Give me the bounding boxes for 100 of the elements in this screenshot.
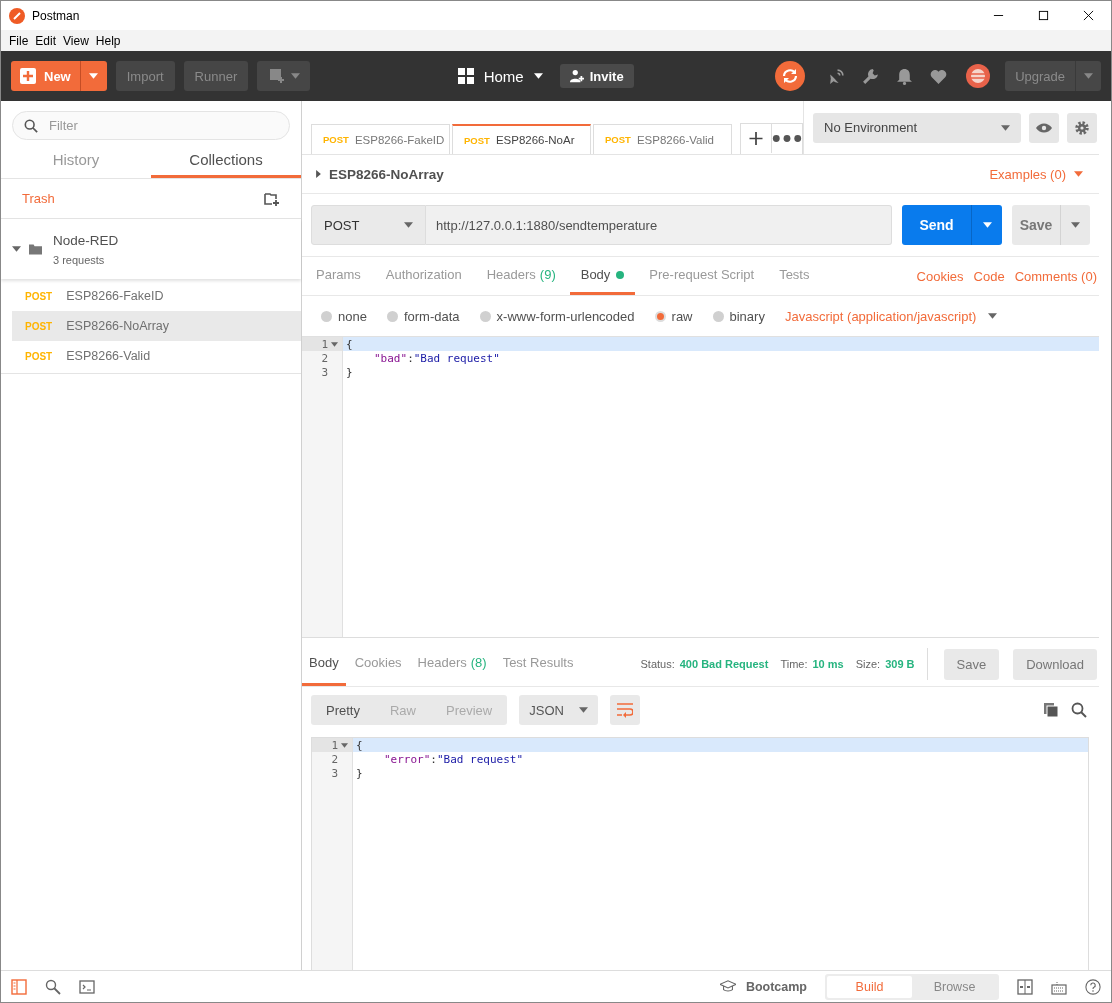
tab-label: Body bbox=[309, 655, 339, 670]
menu-item[interactable]: View bbox=[61, 33, 94, 48]
settings-button[interactable] bbox=[1067, 112, 1097, 143]
line-number: 2 bbox=[321, 351, 328, 365]
request-section-tab[interactable]: Headers (9) bbox=[475, 257, 567, 295]
response-tab[interactable]: Body bbox=[302, 642, 346, 686]
request-section-tab[interactable]: Authorization bbox=[374, 257, 473, 295]
environment-quick-look-button[interactable] bbox=[1029, 112, 1059, 143]
save-response-button[interactable]: Save bbox=[943, 648, 1000, 680]
request-item[interactable]: POST ESP8266-FakeID bbox=[12, 281, 301, 311]
request-section-tab[interactable]: Pre-request Script bbox=[638, 257, 766, 295]
folder-icon bbox=[29, 243, 42, 255]
request-name: ESP8266-FakeID bbox=[66, 289, 164, 303]
tab-label: Headers bbox=[486, 267, 536, 282]
menu-item[interactable]: Help bbox=[93, 33, 126, 48]
request-item[interactable]: POST ESP8266-Valid bbox=[12, 341, 301, 371]
request-tab[interactable]: POST ESP8266-Valid bbox=[593, 124, 732, 154]
sidebar-toggle-icon[interactable] bbox=[11, 978, 27, 995]
satellite-icon[interactable] bbox=[828, 67, 846, 85]
body-type-radio[interactable]: binary bbox=[712, 308, 765, 324]
bell-icon[interactable] bbox=[896, 67, 914, 85]
collection-name[interactable]: Node-RED bbox=[53, 232, 119, 248]
import-button[interactable]: Import bbox=[115, 61, 175, 91]
new-window-button[interactable] bbox=[257, 61, 311, 91]
upgrade-button[interactable]: Upgrade bbox=[1005, 61, 1075, 91]
filter-field[interactable]: Filter bbox=[12, 111, 290, 140]
new-dropdown-button[interactable] bbox=[79, 61, 107, 91]
tab-label: Headers bbox=[417, 655, 467, 670]
search-icon[interactable] bbox=[45, 978, 61, 995]
request-body-editor[interactable]: 1 2 3 { "bad":"Bad request" } bbox=[302, 336, 1099, 638]
request-section-tab[interactable]: Tests bbox=[768, 257, 821, 295]
trash-link[interactable]: Trash bbox=[22, 191, 55, 206]
request-tab[interactable]: POST ESP8266-FakeID bbox=[311, 124, 450, 154]
tab-label: Authorization bbox=[385, 267, 462, 282]
view-mode-button[interactable]: Pretty bbox=[311, 695, 375, 725]
request-link[interactable]: Cookies bbox=[916, 268, 964, 284]
meta-value: 309 B bbox=[885, 658, 915, 670]
sync-icon[interactable] bbox=[775, 61, 806, 91]
request-link[interactable]: Code bbox=[973, 268, 1005, 284]
menu-item[interactable]: File bbox=[7, 33, 34, 48]
tab-label: Tests bbox=[779, 267, 810, 282]
bootcamp-link[interactable]: Bootcamp bbox=[745, 979, 807, 994]
copy-icon[interactable] bbox=[1043, 702, 1059, 718]
workspace-button[interactable]: Home bbox=[451, 66, 549, 86]
send-dropdown-button[interactable] bbox=[971, 205, 1002, 245]
content-type-dropdown[interactable]: Javascript (application/javascript) bbox=[784, 308, 977, 324]
body-type-radio[interactable]: x-www-form-urlencoded bbox=[479, 308, 635, 324]
expand-caret-icon[interactable] bbox=[12, 246, 21, 252]
wrench-icon[interactable] bbox=[862, 67, 880, 85]
request-section-tab[interactable]: Body bbox=[569, 257, 636, 295]
code-line: } bbox=[355, 766, 364, 780]
examples-link[interactable]: Examples (0) bbox=[989, 166, 1066, 182]
runner-button[interactable]: Runner bbox=[183, 61, 249, 91]
two-pane-icon[interactable] bbox=[1017, 978, 1033, 995]
body-type-radio[interactable]: none bbox=[321, 308, 367, 324]
body-type-radio[interactable]: form-data bbox=[386, 308, 460, 324]
help-icon[interactable] bbox=[1085, 978, 1101, 995]
fold-caret-icon[interactable] bbox=[341, 742, 348, 748]
close-icon[interactable] bbox=[1083, 10, 1094, 21]
url-field[interactable]: http://127.0.0.1:1880/sendtemperature bbox=[426, 205, 892, 245]
download-button[interactable]: Download bbox=[1013, 648, 1097, 680]
format-dropdown[interactable]: JSON bbox=[519, 695, 598, 725]
response-tab[interactable]: Test Results bbox=[495, 642, 581, 686]
response-tab[interactable]: Cookies bbox=[347, 642, 409, 686]
request-tab[interactable]: POST ESP8266-NoAr bbox=[452, 124, 591, 154]
request-section-tab[interactable]: Params bbox=[305, 257, 372, 295]
body-type-radio[interactable]: raw bbox=[654, 308, 693, 324]
fold-caret-icon[interactable] bbox=[331, 341, 338, 347]
save-button[interactable]: Save bbox=[1012, 205, 1060, 245]
avatar-icon[interactable] bbox=[966, 64, 991, 88]
meta-label: Time: bbox=[780, 658, 808, 670]
window-plus-icon bbox=[269, 68, 286, 84]
request-item[interactable]: POST ESP8266-NoArray bbox=[12, 311, 301, 341]
line-number: 1 bbox=[331, 738, 338, 752]
sidebar-tab[interactable]: History bbox=[1, 144, 151, 178]
environment-dropdown[interactable]: No Environment bbox=[813, 112, 1021, 143]
method-label: POST bbox=[323, 134, 349, 145]
caret-icon bbox=[404, 222, 413, 228]
grid-icon bbox=[457, 68, 474, 84]
request-link[interactable]: Comments (0) bbox=[1014, 268, 1097, 284]
upgrade-dropdown-button[interactable] bbox=[1075, 61, 1101, 91]
maximize-icon[interactable] bbox=[1038, 10, 1049, 21]
new-collection-icon[interactable] bbox=[264, 190, 280, 207]
mode-toggle[interactable]: Build bbox=[827, 975, 912, 998]
new-button[interactable]: New bbox=[11, 61, 80, 91]
console-icon[interactable] bbox=[79, 978, 95, 995]
invite-button[interactable]: Invite bbox=[559, 64, 634, 88]
more-icon[interactable] bbox=[771, 124, 802, 153]
caret-icon bbox=[291, 73, 301, 79]
menu-item[interactable]: Edit bbox=[33, 33, 62, 48]
method-dropdown[interactable]: POST bbox=[311, 205, 426, 245]
send-button[interactable]: Send bbox=[902, 205, 971, 245]
mode-toggle[interactable]: Browse bbox=[912, 975, 997, 998]
method-label: POST bbox=[464, 134, 490, 146]
tab-label: Cookies bbox=[354, 655, 402, 670]
search-icon[interactable] bbox=[1071, 702, 1087, 718]
response-tab[interactable]: Headers (8) bbox=[410, 642, 494, 686]
expand-caret-icon[interactable] bbox=[316, 170, 321, 178]
heart-icon[interactable] bbox=[930, 67, 948, 85]
person-plus-icon bbox=[569, 69, 584, 83]
